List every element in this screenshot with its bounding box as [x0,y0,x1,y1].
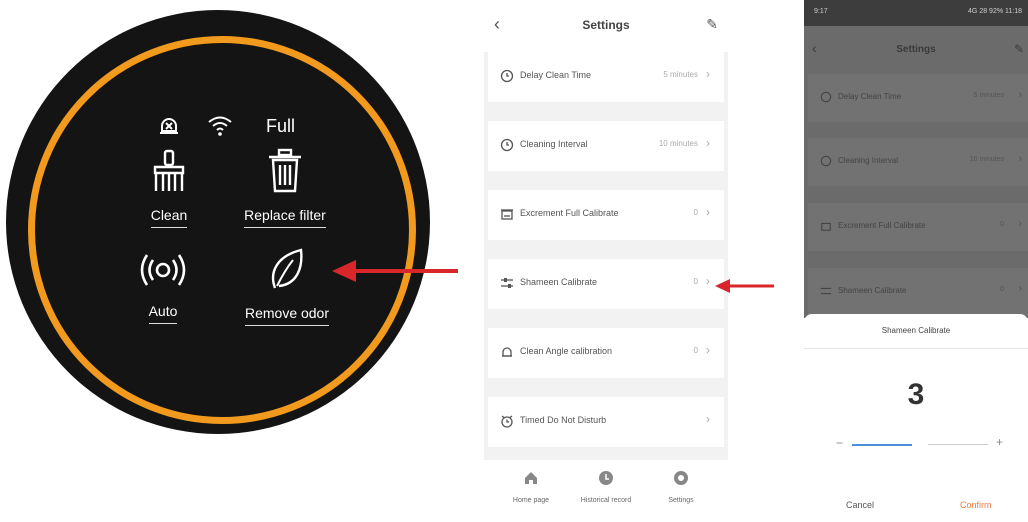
row-label: Clean Angle calibration [520,346,613,356]
pointer-arrow-left-icon [332,260,458,282]
cancel-button[interactable]: Cancel [846,500,874,510]
tab-bar: Home page Historical record Settings [484,460,728,522]
divider [804,348,1028,349]
page-title: Settings [896,44,936,55]
clock-icon [820,155,832,167]
row-label: Shameen Calibrate [838,286,907,295]
row-label: Delay Clean Time [838,92,902,101]
sheet-title: Shameen Calibrate [881,326,951,335]
status-indicators: 4G 28 92% 11:18 [968,8,1022,15]
chevron-right-icon: › [1018,153,1022,165]
calibrate-value: 3 [907,378,925,411]
alarm-clock-icon [501,415,513,428]
row-value: 0 [1000,286,1004,293]
settings-screen: ‹ Settings ✎ Delay Clean Time 5 minutes … [484,0,728,522]
settings-row-cleaning-interval[interactable]: Cleaning Interval 10 minutes › [808,138,1028,186]
row-label: Delay Clean Time [520,70,592,80]
home-icon [525,472,537,484]
tab-home-page[interactable]: Home page [496,470,566,504]
history-icon [599,471,613,485]
device-control-panel: Full Clean Replace filter Auto Remove od… [6,10,430,434]
leaf-icon [267,248,307,296]
calibrate-bottom-sheet: Shameen Calibrate 3 − + Cancel Confirm [804,314,1028,522]
device-status-row: Full [156,112,316,142]
slider-track-filled[interactable] [852,444,912,446]
auto-label: Auto [148,303,178,324]
bin-status-text: Full [266,116,296,136]
tab-historical-record[interactable]: Historical record [571,470,641,504]
chevron-right-icon: › [1018,283,1022,295]
row-value: 10 minutes [969,156,1004,163]
trash-icon [265,148,305,198]
chevron-right-icon: › [1018,218,1022,230]
settings-row-cleaning-interval[interactable]: Cleaning Interval 10 minutes › [488,121,724,171]
bell-icon [502,347,512,357]
auto-button[interactable]: Auto [108,250,218,324]
row-value: 0 [693,277,698,286]
chevron-right-icon: › [1018,89,1022,101]
row-label: Timed Do Not Disturb [520,415,607,425]
bin-icon [501,209,513,220]
decrement-button[interactable]: − [836,436,843,450]
edit-icon[interactable]: ✎ [1014,42,1024,56]
row-value: 0 [693,346,698,355]
row-label: Excrement Full Calibrate [520,208,619,218]
slider-track[interactable] [928,444,988,445]
status-bar: 9:17 4G 28 92% 11:18 [804,0,1028,26]
settings-row-timed-do-not-disturb[interactable]: Timed Do Not Disturb › [488,397,724,447]
sliders-icon [820,287,832,295]
chevron-right-icon: › [706,412,710,426]
chevron-right-icon: › [706,205,710,219]
row-value: 5 minutes [973,92,1004,99]
row-label: Shameen Calibrate [520,277,598,287]
dimmed-overlay: 9:17 4G 28 92% 11:18 ‹ Settings ✎ Delay … [804,0,1028,318]
settings-row-shameen-calibrate[interactable]: Shameen Calibrate 0 › [808,268,1028,316]
clean-label: Clean [150,207,188,228]
increment-button[interactable]: + [996,435,1003,449]
replace-filter-label: Replace filter [244,207,326,228]
row-value: 0 [1000,221,1004,228]
gear-icon [674,471,688,485]
tab-label: Home page [512,497,550,504]
settings-row-clean-angle-calibration[interactable]: Clean Angle calibration 0 › [488,328,724,378]
broadcast-icon [139,254,187,294]
chevron-right-icon: › [706,343,710,357]
pointer-arrow-left-icon [715,279,774,293]
tab-label: Settings [668,497,694,504]
remove-odor-label: Remove odor [244,305,330,326]
tab-label: Historical record [580,497,632,504]
replace-filter-button[interactable]: Replace filter [220,148,350,228]
row-label: Cleaning Interval [520,139,588,149]
chevron-right-icon: › [706,136,710,150]
bin-icon [821,222,831,231]
nav-bar: ‹ Settings ✎ [484,0,728,52]
row-label: Cleaning Interval [838,156,899,165]
calibrate-screen: 9:17 4G 28 92% 11:18 ‹ Settings ✎ Delay … [804,0,1028,522]
settings-row-delay-clean-time[interactable]: Delay Clean Time 5 minutes › [808,74,1028,122]
chevron-right-icon: › [706,67,710,81]
chevron-right-icon: › [706,274,710,288]
row-value: 10 minutes [658,139,698,148]
settings-row-excrement-full-calibrate[interactable]: Excrement Full Calibrate 0 › [808,203,1028,251]
clock-icon [820,91,832,103]
clock-icon [500,69,514,83]
wifi-icon [206,112,234,143]
status-time: 9:17 [814,8,828,15]
brush-icon [148,149,190,198]
row-value: 0 [693,208,698,217]
tab-settings[interactable]: Settings [646,470,716,504]
settings-row-delay-clean-time[interactable]: Delay Clean Time 5 minutes › [488,52,724,102]
confirm-button[interactable]: Confirm [960,500,992,510]
settings-row-shameen-calibrate[interactable]: Shameen Calibrate 0 › [488,259,724,309]
settings-row-excrement-full-calibrate[interactable]: Excrement Full Calibrate 0 › [488,190,724,240]
page-title: Settings [582,18,630,32]
sliders-icon [501,278,513,288]
clean-button[interactable]: Clean [114,148,224,228]
robot-status-icon [156,112,182,143]
row-label: Excrement Full Calibrate [838,221,926,230]
row-value: 5 minutes [663,70,698,79]
status-ring [28,36,416,424]
edit-icon[interactable]: ✎ [706,16,718,33]
clock-icon [500,138,514,152]
